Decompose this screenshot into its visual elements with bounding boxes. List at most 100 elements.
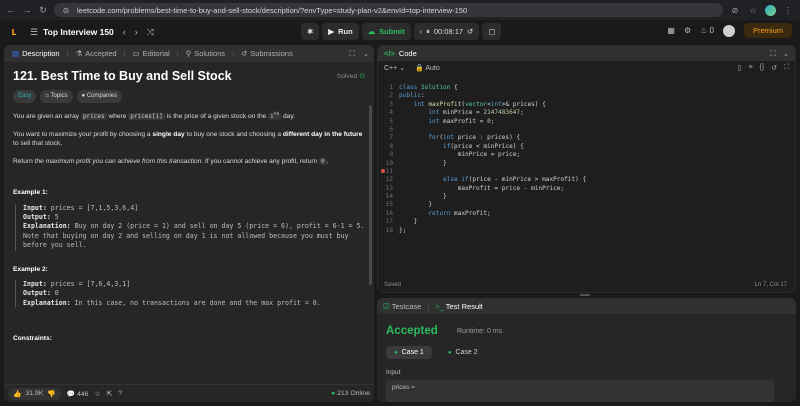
tab-submissions[interactable]: ↺ Submissions xyxy=(238,49,296,58)
tab-accepted[interactable]: ⚗ Accepted xyxy=(73,49,120,58)
leetcode-logo-icon[interactable]: ʟ xyxy=(8,26,20,38)
thumbs-up-icon[interactable]: 👍 xyxy=(13,390,21,398)
code-text: } xyxy=(399,159,447,167)
maximize-icon[interactable]: ⛶ xyxy=(349,49,354,59)
browser-profile-avatar[interactable] xyxy=(765,4,776,16)
line-number: 7 xyxy=(389,134,393,142)
star-icon[interactable]: ☆ xyxy=(747,6,759,15)
collapse-icon[interactable]: ⌄ xyxy=(783,49,789,59)
submit-button[interactable]: ☁ Submit xyxy=(361,23,411,40)
shuffle-icon[interactable]: ⤨ xyxy=(147,27,154,38)
tab-test-result[interactable]: >_ Test Result xyxy=(435,302,483,311)
input-label: Input: xyxy=(23,203,47,212)
inline-code: prices xyxy=(80,113,107,120)
text: You are given an array xyxy=(13,113,81,120)
site-info-icon[interactable]: ⊜ xyxy=(60,6,72,15)
topics-chip[interactable]: ⌂ Topics xyxy=(40,89,73,103)
tab-submissions-label: Submissions xyxy=(250,49,293,58)
cursor-position: Ln 7, Col 17 xyxy=(754,282,787,288)
run-button[interactable]: ▶ Run xyxy=(322,23,359,40)
braces-icon[interactable]: {} xyxy=(760,64,765,72)
code-text: }; xyxy=(399,226,407,234)
example-line: Input: prices = [7,1,5,3,6,4] xyxy=(23,204,365,213)
forward-icon[interactable]: → xyxy=(22,5,32,15)
help-icon[interactable]: ? xyxy=(118,390,122,397)
code-editor[interactable]: 1 class Solution { 2 public: 3 int maxProf… xyxy=(378,84,795,235)
example-line: Output: 0 xyxy=(23,289,365,298)
timer-reset-icon[interactable]: ↺ xyxy=(467,27,473,36)
case-2-label: Case 2 xyxy=(455,349,478,356)
bookmark-icon[interactable]: ▯ xyxy=(738,64,742,72)
reload-icon[interactable]: ↻ xyxy=(38,5,48,16)
code-line: 16 return maxProfit; xyxy=(378,210,795,218)
tab-divider: | xyxy=(427,301,430,311)
address-field[interactable]: ⊜ leetcode.com/problems/best-time-to-buy… xyxy=(54,3,723,17)
fullscreen-icon[interactable]: ⛶ xyxy=(784,64,789,72)
autocomplete-toggle[interactable]: 🔒 Auto xyxy=(415,64,440,72)
tab-editorial[interactable]: ▭ Editorial xyxy=(130,49,173,58)
line-number: 16 xyxy=(385,209,393,217)
reset-icon[interactable]: ↺ xyxy=(771,64,777,72)
debug-button[interactable]: ✱ xyxy=(301,23,320,40)
format-icon[interactable]: ≡ xyxy=(748,64,752,72)
premium-button[interactable]: Premium xyxy=(743,23,792,38)
editor-toolbar: C++ ⌄ 🔒 Auto ▯ ≡ {} ↺ ⛶ xyxy=(378,61,795,75)
bookmark-icon[interactable]: ☆ xyxy=(94,390,100,398)
online-dot-icon: ● xyxy=(331,390,336,397)
case-1-tab[interactable]: ● Case 1 xyxy=(386,346,432,359)
streak-widget[interactable]: ♨ 0 xyxy=(700,26,714,35)
example-note: Note that buying on day 2 and selling on… xyxy=(23,231,349,250)
tab-description[interactable]: ▤ Description xyxy=(9,49,63,58)
run-controls: ✱ ▶ Run ☁ Submit ‹ ⏸ 00:08:17 ↺ ▢ xyxy=(301,23,502,40)
language-select[interactable]: C++ ⌄ xyxy=(384,64,405,72)
document-icon: ▤ xyxy=(12,49,20,58)
user-avatar[interactable] xyxy=(722,24,735,37)
code-panel-header: </> Code ⛶ ⌄ xyxy=(378,46,795,61)
code-line: 8 if(price < minPrice) { xyxy=(378,143,795,151)
code-line: 14 } xyxy=(378,193,795,201)
case-2-tab[interactable]: ● Case 2 xyxy=(440,346,486,359)
thumbs-down-icon[interactable]: 👎 xyxy=(47,390,55,398)
menu-dots-icon[interactable]: ⋮ xyxy=(782,6,794,15)
tab-testcase[interactable]: ☑ Testcase xyxy=(383,302,421,311)
mode-label: Auto xyxy=(425,65,440,72)
streak-count: 0 xyxy=(709,26,714,35)
save-status: Saved xyxy=(384,282,402,288)
code-bracket-icon: </> xyxy=(384,49,395,58)
settings-icon[interactable]: ⚙ xyxy=(684,26,691,35)
topbar-right-group: ▦ ⚙ ♨ 0 Premium xyxy=(667,23,792,38)
description-scrollbar[interactable] xyxy=(369,105,372,285)
address-text[interactable]: leetcode.com/problems/best-time-to-buy-a… xyxy=(77,6,467,15)
tab-divider: | xyxy=(232,49,234,58)
back-icon[interactable]: ← xyxy=(6,5,16,15)
tab-divider: | xyxy=(176,49,179,58)
example-1-block: Input: prices = [7,1,5,3,6,4] Output: 5 … xyxy=(15,203,365,251)
timer-widget[interactable]: ‹ ⏸ 00:08:17 ↺ xyxy=(413,23,480,40)
code-text: else if(price - minPrice > maxProfit) { xyxy=(443,176,587,184)
eye-off-icon[interactable]: ⊘ xyxy=(729,6,741,15)
panel-resize-handle[interactable] xyxy=(580,294,590,296)
comments-button[interactable]: 💬 446 xyxy=(67,390,89,398)
problem-list-icon[interactable]: ☰ xyxy=(30,27,38,38)
collapse-icon[interactable]: ⌄ xyxy=(363,49,369,59)
difficulty-badge[interactable]: Easy xyxy=(13,89,37,103)
layout-icon[interactable]: ▦ xyxy=(667,26,675,35)
line-number: 2 xyxy=(389,92,393,100)
problem-title[interactable]: 121. Best Time to Buy and Sell Stock xyxy=(13,70,232,82)
tab-solutions[interactable]: ⚲ Solutions xyxy=(183,49,228,58)
maximize-icon[interactable]: ⛶ xyxy=(770,49,775,59)
study-plan-title[interactable]: Top Interview 150 xyxy=(43,27,114,37)
share-icon[interactable]: ⇱ xyxy=(107,390,113,398)
tab-test-result-label: Test Result xyxy=(445,301,483,311)
next-problem-icon[interactable]: › xyxy=(135,27,138,37)
code-text: if(price < minPrice) { xyxy=(443,142,524,150)
book-icon: ▭ xyxy=(132,49,140,58)
solved-status: Solved ⊙ xyxy=(337,72,365,82)
prev-problem-icon[interactable]: ‹ xyxy=(123,27,126,37)
code-line: 10 } xyxy=(378,160,795,168)
breakpoint-icon[interactable] xyxy=(381,169,385,173)
notes-button[interactable]: ▢ xyxy=(482,23,502,40)
example-line: Input: prices = [7,6,4,3,1] xyxy=(23,280,365,289)
companies-chip[interactable]: ● Companies xyxy=(76,89,123,103)
tab-divider: | xyxy=(123,49,126,58)
